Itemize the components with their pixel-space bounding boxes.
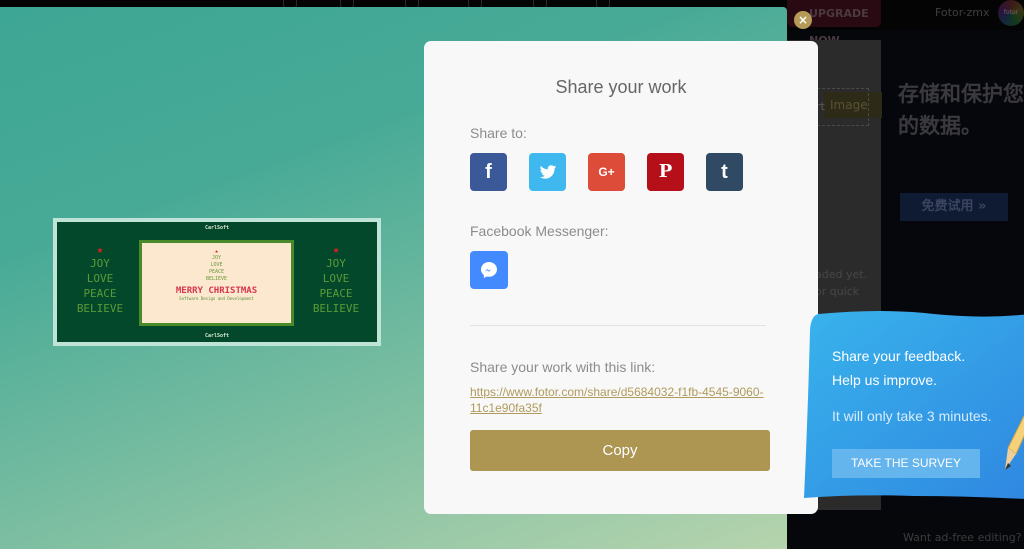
share-tumblr-button[interactable]: t (706, 153, 743, 191)
divider (470, 325, 766, 326)
side-hint-line-1: aded yet. (815, 268, 868, 281)
card-word: BELIEVE (76, 302, 124, 315)
share-facebook-button[interactable]: f (470, 153, 507, 191)
google-plus-icon: G+ (598, 165, 615, 179)
card-brand-top: CarlSoft (204, 225, 230, 231)
card-word: LOVE (322, 272, 350, 285)
share-to-label: Share to: (470, 125, 527, 141)
card-word: PEACE (208, 269, 225, 275)
card-center-tree: ★ JOY LOVE PEACE BELIEVE (142, 249, 291, 283)
pinterest-icon: P (658, 161, 673, 182)
card-word: JOY (326, 257, 346, 270)
ad-free-link[interactable]: Want ad-free editing? (903, 531, 1022, 544)
survey-heading: Share your feedback. Help us improve. (832, 344, 965, 392)
modal-title: Share your work (555, 77, 687, 97)
survey-subtext: It will only take 3 minutes. (832, 408, 992, 424)
take-survey-button[interactable]: TAKE THE SURVEY (832, 449, 980, 478)
side-hint-line-2: or quick (815, 285, 860, 298)
copy-button[interactable]: Copy (470, 430, 770, 471)
survey-heading-line-2: Help us improve. (832, 372, 938, 388)
screen: UPGRADE NOW Fotor-zmx fotor Image rt ade… (0, 0, 1024, 549)
card-title: MERRY CHRISTMAS (175, 286, 258, 296)
card-brand-bottom: CarlSoft (204, 333, 230, 339)
card-word: JOY (90, 257, 110, 270)
share-twitter-button[interactable] (529, 153, 566, 191)
card-word: PEACE (319, 287, 353, 300)
messenger-label: Facebook Messenger: (470, 223, 609, 239)
pencil-icon (1005, 414, 1024, 470)
card-subtitle: Software Design and Development (179, 296, 254, 301)
share-link-label: Share your work with this link: (470, 359, 656, 375)
facebook-icon: f (485, 161, 492, 183)
card-word: BELIEVE (205, 276, 228, 282)
share-pinterest-button[interactable]: P (647, 153, 684, 191)
twitter-icon (539, 165, 556, 179)
share-google-plus-button[interactable]: G+ (588, 153, 625, 191)
star-icon: ★ (332, 243, 340, 256)
share-messenger-button[interactable] (470, 251, 508, 289)
survey-popup: Share your feedback. Help us improve. It… (804, 310, 1024, 500)
card-word: JOY (211, 255, 222, 261)
share-modal: Share your work Share to: f G+ P t Faceb… (424, 41, 818, 514)
messenger-icon (481, 262, 497, 278)
avatar[interactable]: fotor (998, 0, 1024, 26)
close-button[interactable]: × (794, 11, 812, 29)
card-word: PEACE (83, 287, 117, 300)
card-word: LOVE (210, 262, 223, 268)
design-preview: CarlSoft ★ JOY LOVE PEACE BELIEVE ★ JOY … (53, 218, 381, 346)
card-word: BELIEVE (312, 302, 360, 315)
card-left-words: ★ JOY LOVE PEACE BELIEVE (65, 244, 135, 316)
card-word: LOVE (86, 272, 114, 285)
card-right-words: ★ JOY LOVE PEACE BELIEVE (301, 244, 371, 316)
christmas-card: CarlSoft ★ JOY LOVE PEACE BELIEVE ★ JOY … (57, 222, 377, 342)
ad-free-trial-button[interactable]: 免费试用 » (900, 193, 1008, 221)
close-icon: × (797, 13, 809, 27)
ad-title: 存储和保护您的数据。 (898, 82, 1024, 138)
username[interactable]: Fotor-zmx (935, 6, 990, 19)
survey-heading-line-1: Share your feedback. (832, 348, 966, 364)
share-link[interactable]: https://www.fotor.com/share/d5684032-f1f… (470, 384, 770, 416)
card-center-panel: ★ JOY LOVE PEACE BELIEVE MERRY CHRISTMAS… (139, 240, 294, 326)
tumblr-icon: t (721, 161, 728, 183)
star-icon: ★ (96, 243, 104, 256)
